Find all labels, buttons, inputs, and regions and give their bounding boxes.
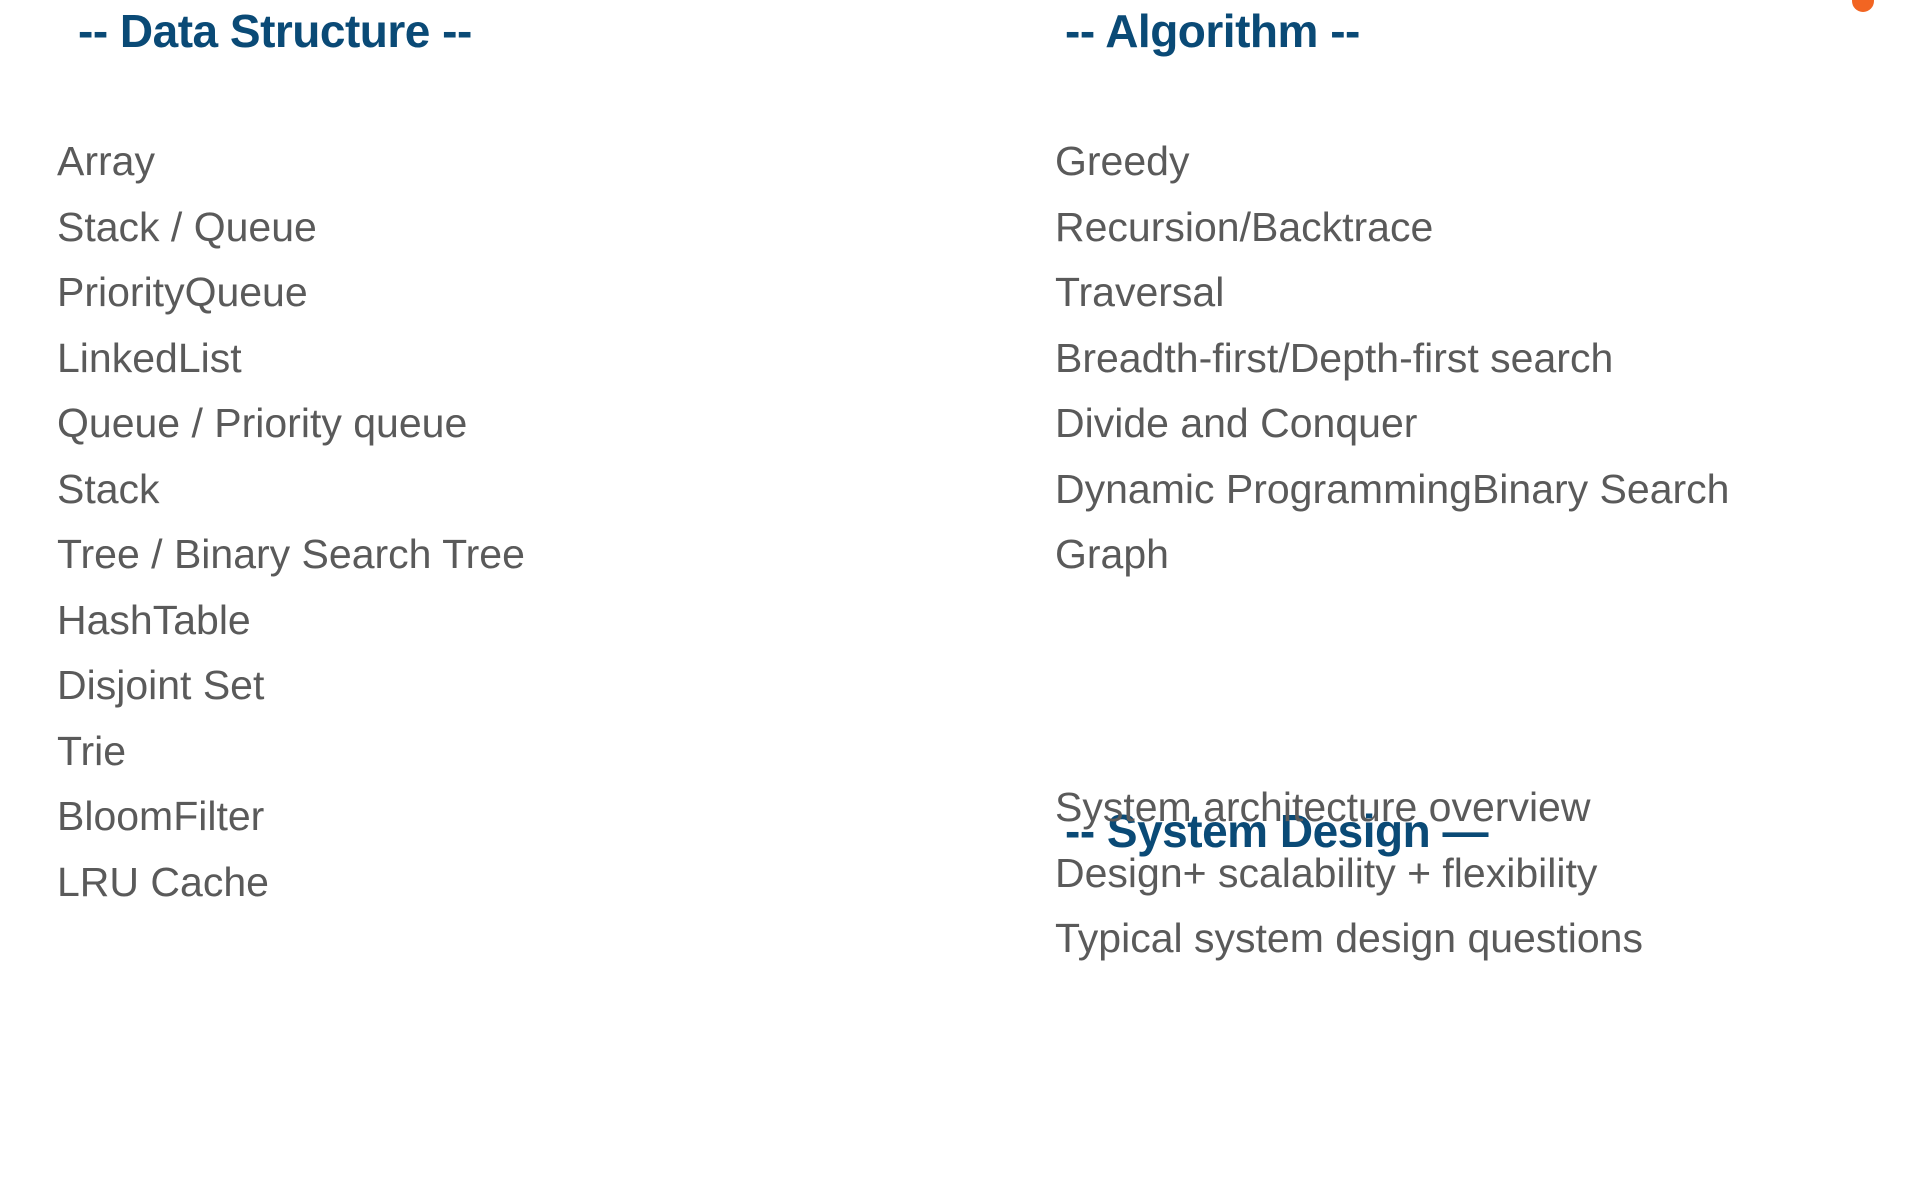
data-structure-list: Array Stack / Queue PriorityQueue Linked…: [57, 129, 525, 915]
algorithm-list: Greedy Recursion/Backtrace Traversal Bre…: [1055, 129, 1729, 588]
list-item: Greedy: [1055, 138, 1190, 184]
list-item: Graph: [1055, 531, 1169, 577]
list-item: System architecture overview: [1055, 784, 1591, 830]
list-item: Array: [57, 138, 155, 184]
list-item: LinkedList: [57, 334, 242, 381]
slide-content: -- Data Structure -- Array Stack / Queue…: [0, 0, 1908, 1180]
list-item: Disjoint Set: [57, 662, 265, 708]
list-item: BloomFilter: [57, 793, 265, 839]
accent-dot-icon: [1852, 0, 1874, 12]
list-item: Stack: [57, 465, 160, 512]
list-item: PriorityQueue: [57, 269, 308, 315]
list-item: Typical system design questions: [1055, 915, 1643, 961]
list-item: HashTable: [57, 596, 251, 643]
list-item: LRU Cache: [57, 858, 269, 905]
list-item: Dynamic ProgrammingBinary Search: [1055, 465, 1730, 512]
list-item: Queue / Priority queue: [57, 400, 468, 446]
list-item: Breadth-first/Depth-first search: [1055, 334, 1614, 381]
list-item: Trie: [57, 727, 127, 774]
list-item: Recursion/Backtrace: [1055, 203, 1434, 250]
system-design-list: System architecture overview Design+ sca…: [1055, 775, 1643, 972]
list-item: Design+ scalability + flexibility: [1055, 849, 1598, 896]
algorithm-heading: -- Algorithm --: [1065, 5, 1360, 57]
list-item: Divide and Conquer: [1055, 400, 1418, 446]
data-structure-heading: -- Data Structure --: [78, 5, 472, 57]
list-item: Stack / Queue: [57, 203, 317, 250]
list-item: Tree / Binary Search Tree: [57, 531, 525, 577]
list-item: Traversal: [1055, 269, 1225, 315]
